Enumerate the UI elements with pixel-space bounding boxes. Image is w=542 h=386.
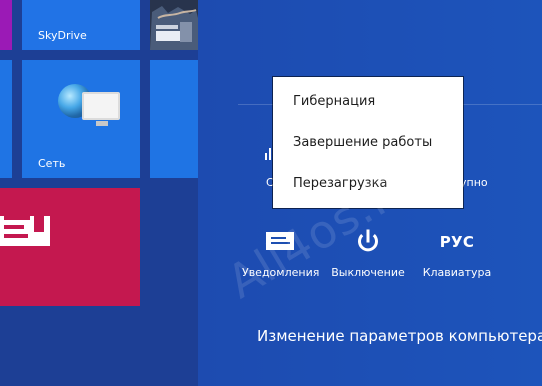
power-label: Выключение bbox=[331, 266, 405, 279]
newspaper-icon bbox=[0, 198, 52, 246]
keyboard-button[interactable]: РУС Клавиатура bbox=[419, 228, 495, 280]
partial-blue-tile[interactable] bbox=[0, 60, 12, 178]
start-screen: SkyDrive Сеть bbox=[0, 0, 198, 386]
partial-right-tile[interactable] bbox=[150, 60, 198, 178]
network-label: Сеть bbox=[38, 157, 66, 170]
photo-tile[interactable] bbox=[150, 0, 198, 50]
skydrive-tile[interactable]: SkyDrive bbox=[22, 0, 140, 50]
keyboard-label: Клавиатура bbox=[422, 266, 492, 279]
change-pc-settings-link[interactable]: Изменение параметров компьютера bbox=[257, 327, 542, 345]
skydrive-label: SkyDrive bbox=[38, 29, 87, 42]
menu-item-hibernate[interactable]: Гибернация bbox=[293, 94, 375, 109]
keyboard-icon: РУС bbox=[439, 233, 475, 251]
clipped-right-label: упно bbox=[460, 176, 488, 189]
network-tile[interactable]: Сеть bbox=[22, 60, 140, 178]
news-tile[interactable] bbox=[0, 188, 140, 306]
photo-art-icon bbox=[150, 0, 198, 50]
partial-purple-tile[interactable] bbox=[0, 0, 12, 50]
monitor-icon bbox=[82, 92, 120, 126]
